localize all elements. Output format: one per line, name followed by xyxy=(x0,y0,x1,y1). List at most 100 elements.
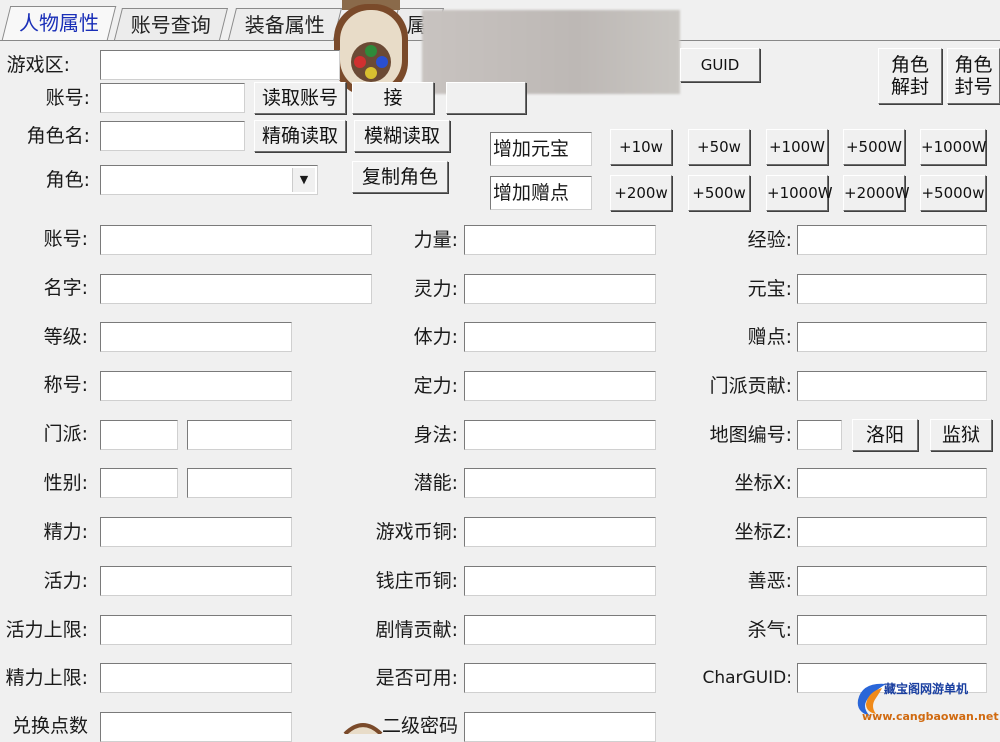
field-label: 精力: xyxy=(43,521,88,543)
bank-coin-field[interactable] xyxy=(464,566,656,596)
field-label: 经验: xyxy=(747,229,792,251)
field-label: 门派贡献: xyxy=(709,375,792,397)
zone-label: 游戏区: xyxy=(6,54,70,76)
account-name-field[interactable] xyxy=(100,225,372,255)
game-coin-field[interactable] xyxy=(464,517,656,547)
tab-equipment-attributes[interactable]: 装备属性 xyxy=(228,8,342,40)
zengdian-500w-button[interactable]: +500w xyxy=(688,175,750,211)
gender-field[interactable] xyxy=(100,468,178,498)
yuanbao-field[interactable] xyxy=(797,274,987,304)
field-label: 力量: xyxy=(413,229,458,251)
prison-button[interactable]: 监狱 xyxy=(930,419,992,451)
guid-button[interactable]: GUID xyxy=(680,48,760,82)
field-label: 兑换点数 xyxy=(11,715,88,737)
sect-name-field[interactable] xyxy=(187,420,292,450)
role-dropdown[interactable]: ▼ xyxy=(100,165,318,195)
energy-field[interactable] xyxy=(100,517,292,547)
secondary-password-field[interactable] xyxy=(464,712,656,742)
luoyang-button[interactable]: 洛阳 xyxy=(852,419,918,451)
account-label: 账号: xyxy=(45,87,90,109)
account-input[interactable] xyxy=(100,83,245,113)
field-label: 活力: xyxy=(43,570,88,592)
field-label: 灵力: xyxy=(413,278,458,300)
coord-x-field[interactable] xyxy=(797,468,987,498)
role-label: 角色: xyxy=(45,169,90,191)
yuanbao-1000w-button[interactable]: +1000W xyxy=(920,129,987,165)
vitality-field[interactable] xyxy=(100,566,292,596)
watermark: 藏宝阁网游单机 www.cangbaowan.net xyxy=(852,678,1000,730)
field-label: 等级: xyxy=(43,326,88,348)
field-label: 名字: xyxy=(43,277,88,299)
field-label: 剧情贡献: xyxy=(375,619,458,641)
focus-field[interactable] xyxy=(464,371,656,401)
unlock-role-button[interactable]: 角色 解封 xyxy=(878,48,942,104)
hidden-button[interactable]: 接 xyxy=(352,82,434,114)
read-account-button[interactable]: 读取账号 xyxy=(254,82,346,114)
field-label: 定力: xyxy=(413,375,458,397)
watermark-url: www.cangbaowan.net xyxy=(862,710,999,723)
field-label: 性别: xyxy=(43,472,88,494)
tab-character-attributes[interactable]: 人物属性 xyxy=(1,6,117,40)
name-field[interactable] xyxy=(100,274,372,304)
yuanbao-10w-button[interactable]: +10w xyxy=(610,129,672,165)
blank-button[interactable] xyxy=(446,82,526,114)
field-label: 体力: xyxy=(413,326,458,348)
experience-field[interactable] xyxy=(797,225,987,255)
agility-field[interactable] xyxy=(464,420,656,450)
field-label: 身法: xyxy=(413,424,458,446)
field-label: CharGUID: xyxy=(702,668,793,688)
karma-field[interactable] xyxy=(797,566,987,596)
kill-aura-field[interactable] xyxy=(797,615,987,645)
chevron-down-icon[interactable]: ▼ xyxy=(292,168,315,192)
field-label: 善恶: xyxy=(747,570,792,592)
copy-role-button[interactable]: 复制角色 xyxy=(352,161,448,193)
zengdian-field[interactable] xyxy=(797,322,987,352)
level-field[interactable] xyxy=(100,322,292,352)
field-label: 杀气: xyxy=(747,619,792,641)
watermark-title: 藏宝阁网游单机 xyxy=(884,682,969,696)
spirit-field[interactable] xyxy=(464,274,656,304)
char-name-input[interactable] xyxy=(100,121,245,151)
potential-field[interactable] xyxy=(464,468,656,498)
field-label: 元宝: xyxy=(747,278,792,300)
coord-z-field[interactable] xyxy=(797,517,987,547)
field-label: 钱庄币铜: xyxy=(375,570,458,592)
field-label: 门派: xyxy=(43,423,88,445)
story-contribution-field[interactable] xyxy=(464,615,656,645)
ban-role-button[interactable]: 角色 封号 xyxy=(947,48,1000,104)
yuanbao-100w-button[interactable]: +100W xyxy=(766,129,828,165)
energy-max-field[interactable] xyxy=(100,663,292,693)
gender-name-field[interactable] xyxy=(187,468,292,498)
exchange-points-field[interactable] xyxy=(100,712,292,742)
vitality-max-field[interactable] xyxy=(100,615,292,645)
field-label: 坐标Z: xyxy=(734,521,792,543)
zengdian-1000w-button[interactable]: +1000W xyxy=(766,175,833,211)
field-label: 是否可用: xyxy=(375,667,458,689)
field-label: 账号: xyxy=(43,228,88,250)
add-zengdian-label: 增加赠点 xyxy=(490,176,592,210)
zone-select[interactable] xyxy=(100,50,340,80)
sect-field[interactable] xyxy=(100,420,178,450)
available-field[interactable] xyxy=(464,663,656,693)
yuanbao-500w-button[interactable]: +500W xyxy=(843,129,905,165)
tab-account-query[interactable]: 账号查询 xyxy=(114,8,228,40)
char-name-label: 角色名: xyxy=(26,125,90,147)
fuzzy-read-button[interactable]: 模糊读取 xyxy=(354,120,450,152)
zengdian-2000w-button[interactable]: +2000W xyxy=(843,175,910,211)
strength-field[interactable] xyxy=(464,225,656,255)
field-label: 地图编号: xyxy=(709,424,792,446)
yuanbao-50w-button[interactable]: +50w xyxy=(688,129,750,165)
field-label: 称号: xyxy=(43,374,88,396)
add-yuanbao-label: 增加元宝 xyxy=(490,132,592,166)
title-field[interactable] xyxy=(100,371,292,401)
field-label: 精力上限: xyxy=(5,667,88,689)
sect-contribution-field[interactable] xyxy=(797,371,987,401)
stamina-field[interactable] xyxy=(464,322,656,352)
zengdian-5000w-button[interactable]: +5000w xyxy=(920,175,986,211)
exact-read-button[interactable]: 精确读取 xyxy=(254,120,346,152)
field-label: 赠点: xyxy=(747,326,792,348)
gamepad-partial-icon xyxy=(343,723,383,734)
field-label: 潜能: xyxy=(413,472,458,494)
map-id-field[interactable] xyxy=(797,420,842,450)
zengdian-200w-button[interactable]: +200w xyxy=(610,175,672,211)
